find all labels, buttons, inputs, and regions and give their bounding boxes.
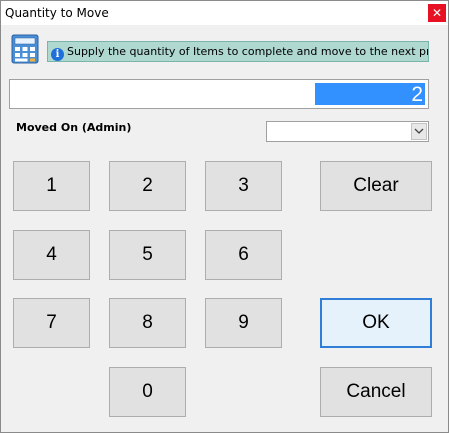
chevron-down-icon xyxy=(414,128,424,134)
key-8-button[interactable]: 8 xyxy=(109,298,186,348)
quantity-dialog: Quantity to Move ✕ i Supply the quantity … xyxy=(0,0,449,433)
moved-on-label: Moved On (Admin) xyxy=(16,121,132,134)
key-1-button[interactable]: 1 xyxy=(13,161,90,211)
dropdown-button[interactable] xyxy=(411,123,427,140)
key-4-button[interactable]: 4 xyxy=(13,230,90,280)
key-5-button[interactable]: 5 xyxy=(109,230,186,280)
moved-on-dropdown[interactable] xyxy=(266,121,429,142)
key-3-button[interactable]: 3 xyxy=(205,161,282,211)
calculator-icon xyxy=(11,34,39,64)
window-title: Quantity to Move xyxy=(5,6,109,20)
key-2-button[interactable]: 2 xyxy=(109,161,186,211)
cancel-button[interactable]: Cancel xyxy=(320,367,432,417)
clear-button[interactable]: Clear xyxy=(320,161,432,211)
key-0-button[interactable]: 0 xyxy=(109,367,186,417)
quantity-input[interactable]: 2 xyxy=(9,79,429,109)
title-bar: Quantity to Move ✕ xyxy=(1,1,448,25)
quantity-value: 2 xyxy=(315,83,425,106)
info-message: Supply the quantity of Items to complete… xyxy=(67,45,429,58)
key-6-button[interactable]: 6 xyxy=(205,230,282,280)
key-9-button[interactable]: 9 xyxy=(205,298,282,348)
close-icon: ✕ xyxy=(431,6,443,20)
close-button[interactable]: ✕ xyxy=(428,4,446,22)
info-icon: i xyxy=(51,48,64,61)
ok-button[interactable]: OK xyxy=(320,298,432,348)
key-7-button[interactable]: 7 xyxy=(13,298,90,348)
info-banner: i Supply the quantity of Items to complet… xyxy=(47,41,429,62)
